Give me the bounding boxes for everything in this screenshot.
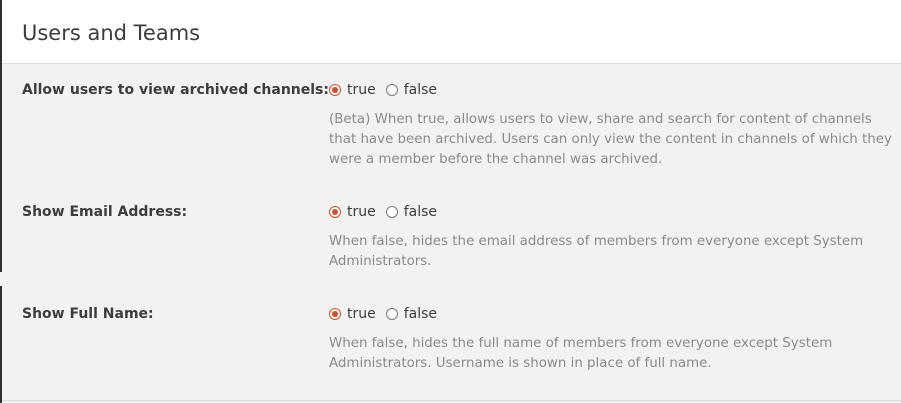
page-title: Users and Teams: [22, 21, 201, 45]
left-rail-gap: [0, 272, 2, 286]
page-header: Users and Teams: [2, 0, 901, 64]
radio-label: true: [347, 204, 376, 220]
radio-checked-icon[interactable]: [329, 308, 341, 320]
setting-label: Show Full Name:: [22, 306, 154, 322]
setting-label: Allow users to view archived channels:: [22, 82, 329, 98]
radio-false[interactable]: false: [385, 304, 438, 324]
radio-label: false: [403, 204, 438, 220]
help-text: When false, hides the full name of membe…: [329, 336, 833, 371]
radio-group: true false: [329, 202, 447, 222]
radio-label: false: [403, 306, 438, 322]
help-text: When false, hides the email address of m…: [329, 234, 864, 269]
radio-checked-icon[interactable]: [329, 206, 341, 218]
radio-checked-icon[interactable]: [329, 84, 341, 96]
setting-label: Show Email Address:: [22, 204, 188, 220]
radio-group: true false: [329, 304, 447, 324]
radio-unchecked-icon[interactable]: [385, 308, 398, 320]
radio-false[interactable]: false: [385, 202, 438, 222]
radio-true[interactable]: true: [329, 304, 376, 324]
radio-true[interactable]: true: [329, 202, 376, 222]
radio-false[interactable]: false: [385, 80, 438, 100]
radio-unchecked-icon[interactable]: [385, 84, 398, 96]
radio-true[interactable]: true: [329, 80, 376, 100]
radio-label: true: [347, 82, 376, 98]
radio-label: true: [347, 306, 376, 322]
radio-unchecked-icon[interactable]: [385, 206, 398, 218]
divider: [2, 400, 901, 401]
radio-group: true false: [329, 80, 447, 100]
help-text: (Beta) When true, allows users to view, …: [329, 112, 892, 167]
radio-label: false: [403, 82, 438, 98]
